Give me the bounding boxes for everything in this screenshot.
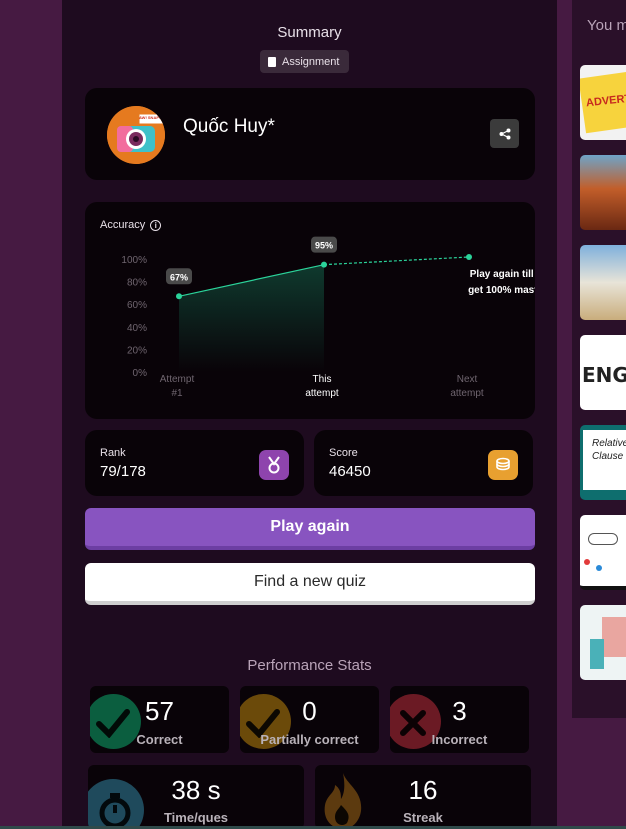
x-axis-label: Attempt (160, 374, 195, 385)
data-point (321, 261, 327, 268)
time-label: Time/ques (163, 810, 229, 825)
time-value: 38 s (171, 775, 221, 805)
quiz-thumbnail[interactable] (580, 155, 626, 230)
stat-time-per-question: 38 s Time/ques (88, 765, 304, 829)
quiz-thumbnail[interactable] (580, 605, 626, 680)
mastery-note: Play again till you (470, 269, 535, 280)
x-axis-label: Next (457, 374, 478, 385)
score-value: 46450 (329, 463, 371, 480)
thumbnail-text: ENGL (582, 363, 626, 387)
accuracy-chart: 100% 80% 60% 40% 20% 0% 67% 95% Play again till … (121, 236, 535, 399)
summary-panel: Summary Assignment AW! SNAP! Quốc Huy* A… (62, 0, 557, 829)
y-tick-label: 80% (127, 278, 147, 289)
thumbnail-text: Relative Clause (592, 438, 626, 462)
rank-card: Rank 79/178 (85, 430, 304, 496)
quiz-thumbnail[interactable]: Relative Clause (580, 425, 626, 500)
x-axis-label: This (313, 374, 332, 385)
avatar: AW! SNAP! (107, 106, 165, 164)
stat-streak: 16 Streak (315, 765, 531, 829)
streak-label: Streak (403, 810, 443, 825)
profile-card: AW! SNAP! Quốc Huy* (85, 88, 535, 180)
performance-title: Performance Stats (247, 657, 372, 674)
recommendations-sidebar: You m ADVERT ENGL Relative Clause (572, 0, 626, 718)
mastery-note: get 100% mastery! (468, 285, 535, 296)
correct-value: 57 (145, 696, 174, 726)
correct-label: Correct (136, 732, 183, 747)
share-icon (499, 128, 510, 139)
x-axis-label: #1 (171, 388, 183, 399)
y-tick-label: 0% (133, 368, 148, 379)
partial-label: Partially correct (260, 732, 359, 747)
streak-value: 16 (408, 775, 438, 805)
data-label: 95% (315, 241, 333, 251)
quiz-thumbnail[interactable]: ADVERT (580, 65, 626, 140)
find-new-quiz-button[interactable]: Find a new quiz (85, 563, 535, 605)
y-tick-label: 60% (127, 300, 147, 311)
incorrect-value: 3 (452, 696, 467, 726)
play-again-button[interactable]: Play again (85, 508, 535, 550)
assignment-label: Assignment (282, 55, 340, 68)
quiz-thumbnail[interactable]: ENGL (580, 335, 626, 410)
score-label: Score (329, 447, 358, 459)
projection-line (323, 256, 470, 266)
rank-value: 79/178 (100, 463, 146, 480)
username: Quốc Huy* (183, 116, 275, 137)
partial-value: 0 (302, 696, 317, 726)
quiz-thumbnail[interactable] (580, 515, 626, 590)
data-point (176, 293, 182, 300)
y-tick-label: 100% (121, 255, 147, 266)
incorrect-label: Incorrect (431, 732, 488, 747)
x-axis-label: attempt (305, 388, 339, 399)
stat-correct: 57 Correct (90, 686, 229, 753)
accuracy-card: Accuracy i 100% 80% 60% 40% 20% 0% 67% 95% Play … (85, 202, 535, 419)
quiz-thumbnail[interactable] (580, 245, 626, 320)
data-label: 67% (170, 272, 188, 282)
summary-title: Summary (277, 24, 342, 41)
document-icon (268, 56, 276, 67)
data-point (466, 254, 472, 260)
recommendations-title: You m (587, 17, 626, 34)
rank-label: Rank (100, 447, 126, 459)
coins-icon (488, 450, 518, 480)
y-tick-label: 20% (127, 345, 147, 356)
avatar-badge-text: AW! SNAP! (139, 115, 161, 120)
medal-icon (259, 450, 289, 480)
assignment-badge: Assignment (260, 50, 350, 73)
share-button[interactable] (490, 119, 519, 148)
stat-incorrect: 3 Incorrect (390, 686, 529, 753)
stat-partially-correct: 0 Partially correct (240, 686, 379, 753)
score-card: Score 46450 (314, 430, 533, 496)
x-axis-label: attempt (450, 388, 484, 399)
y-tick-label: 40% (127, 323, 147, 334)
